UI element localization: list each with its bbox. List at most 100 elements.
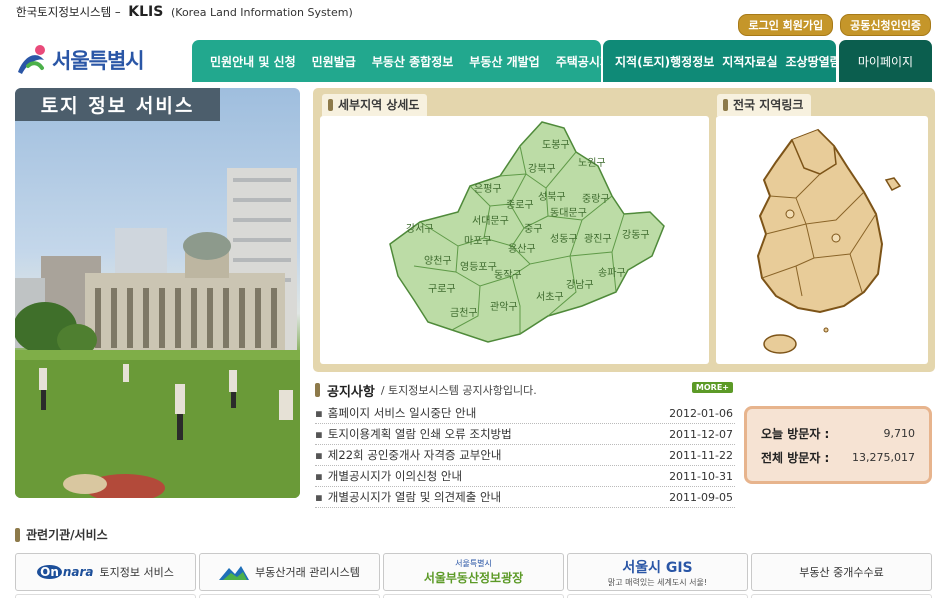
district-gangnam[interactable]: 강남구 (566, 279, 594, 291)
nav-civil-issue[interactable]: 민원발급 (312, 53, 356, 70)
related-slot[interactable] (567, 594, 748, 598)
related-slot[interactable] (15, 594, 196, 598)
nav-real-estate-dev[interactable]: 부동산 개발업 (469, 53, 539, 70)
notice-item-date: 2011-09-05 (669, 490, 733, 504)
visitor-total-row: 전체 방문자 : 13,275,017 (761, 445, 915, 469)
district-songpa[interactable]: 송파구 (598, 267, 626, 279)
notice-title: 공지사항 (327, 384, 375, 400)
nav-ancestor-land[interactable]: 조상땅열람 (786, 53, 841, 70)
notice-subtitle: / 토지정보시스템 공지사항입니다. (380, 384, 537, 397)
hero-photo: 토지 정보 서비스 (15, 88, 300, 498)
related-title: 관련기관/서비스 (26, 528, 108, 542)
seoul-small-logo: 서울특별시 (455, 559, 492, 568)
related-seoul-land[interactable]: 서울특별시 서울부동산정보광장 (383, 553, 564, 591)
notice-item-title[interactable]: 홈페이지 서비스 일시중단 안내 (315, 405, 477, 421)
related-rtms-label: 부동산거래 관리시스템 (255, 566, 360, 579)
district-dongdaemun[interactable]: 동대문구 (550, 207, 587, 219)
visitor-total-count: 13,275,017 (852, 450, 915, 464)
related-slot[interactable] (383, 594, 564, 598)
notice-item-date: 2011-11-22 (669, 448, 733, 462)
district-jungnang[interactable]: 중랑구 (582, 193, 610, 205)
district-mapo[interactable]: 마포구 (464, 235, 492, 247)
related-slot[interactable] (199, 594, 380, 598)
related-onnara[interactable]: On nara 토지정보 서비스 (15, 553, 196, 591)
notice-item-title[interactable]: 개별공시지가 이의신청 안내 (315, 468, 462, 484)
notice-item[interactable]: 홈페이지 서비스 일시중단 안내 2012-01-06 (315, 403, 735, 424)
korea-map-tab[interactable]: 전국 지역링크 (717, 94, 812, 116)
nav-cadastral-admin[interactable]: 지적(토지)행정정보 (615, 53, 714, 70)
visitor-counter: 오늘 방문자 : 9,710 전체 방문자 : 13,275,017 (744, 406, 932, 484)
visitor-total-label: 전체 방문자 : (761, 450, 830, 465)
notice-item-date: 2011-10-31 (669, 469, 733, 483)
notice-list: 홈페이지 서비스 일시중단 안내 2012-01-06 토지이용계획 열람 인쇄 … (315, 403, 735, 508)
notice-item[interactable]: 토지이용계획 열람 인쇄 오류 조치방법 2011-12-07 (315, 424, 735, 445)
nav-civil-guide[interactable]: 민원안내 및 신청 (210, 53, 296, 70)
notice-item-date: 2011-12-07 (669, 427, 733, 441)
hero-title: 토지 정보 서비스 (15, 88, 220, 121)
district-seongdong[interactable]: 성동구 (550, 233, 578, 245)
notice-item-title[interactable]: 토지이용계획 열람 인쇄 오류 조치방법 (315, 426, 512, 442)
onnara-logo-icon: On nara (37, 565, 94, 579)
notice-item[interactable]: 개별공시지가 이의신청 안내 2011-10-31 (315, 466, 735, 487)
visitor-today-count: 9,710 (883, 426, 916, 440)
district-dobong[interactable]: 도봉구 (542, 139, 570, 151)
seoul-district-map: 도봉구 강북구 노원구 은평구 성북구 중랑구 종로구 서대문구 동대문구 강서… (320, 116, 709, 364)
related-brokerage-fee[interactable]: 부동산 중개수수료 (751, 553, 932, 591)
notice-item[interactable]: 개별공시지가 열람 및 의견제출 안내 2011-09-05 (315, 487, 735, 508)
notice-item-title[interactable]: 제22회 공인중개사 자격증 교부안내 (315, 447, 502, 463)
system-name-en: (Korea Land Information System) (171, 6, 353, 19)
district-dongjak[interactable]: 동작구 (494, 269, 522, 281)
seoul-gis-logo: 서울시 GIS (622, 559, 693, 576)
login-signup-button[interactable]: 로그인 회원가입 (738, 14, 834, 36)
seoul-map-tab[interactable]: 세부지역 상세도 (322, 94, 428, 116)
system-title: 한국토지정보시스템 – KLIS (Korea Land Information… (16, 4, 353, 20)
related-seoul-land-label: 서울부동산정보광장 (423, 571, 524, 585)
district-yeongdeungpo[interactable]: 영등포구 (460, 261, 497, 273)
seoul-logo-text: 서울특별시 (52, 49, 145, 73)
related-seoul-gis[interactable]: 서울시 GIS 맑고 매력있는 세계도시 서울! (567, 553, 748, 591)
district-gangdong[interactable]: 강동구 (622, 229, 650, 241)
district-gangbuk[interactable]: 강북구 (528, 163, 556, 175)
nav-cadastral-archive[interactable]: 지적자료실 (722, 53, 777, 70)
top-links: 로그인 회원가입 공동신청인인증 (738, 14, 931, 36)
notice-item-date: 2012-01-06 (669, 406, 733, 420)
onnara-logo-text: nara (62, 565, 94, 579)
visitor-today-label: 오늘 방문자 : (761, 426, 830, 441)
certificate-button[interactable]: 공동신청인인증 (840, 14, 931, 36)
nav-real-estate-info[interactable]: 부동산 종합정보 (372, 53, 453, 70)
korea-map-svg[interactable] (716, 116, 928, 364)
mypage-button[interactable]: 마이페이지 (839, 40, 932, 82)
district-seocho[interactable]: 서초구 (536, 291, 564, 303)
related-rtms[interactable]: 부동산거래 관리시스템 (199, 553, 380, 591)
district-gwanak[interactable]: 관악구 (490, 301, 518, 313)
related-onnara-label: 토지정보 서비스 (99, 566, 174, 579)
related-header: 관련기관/서비스 (15, 526, 108, 543)
related-services-row2 (15, 594, 932, 598)
district-seodaemun[interactable]: 서대문구 (472, 215, 509, 227)
district-yangcheon[interactable]: 양천구 (424, 255, 452, 267)
district-jung[interactable]: 중구 (524, 223, 542, 235)
visitor-today-row: 오늘 방문자 : 9,710 (761, 421, 915, 445)
district-jongno[interactable]: 종로구 (506, 199, 534, 211)
map-panel: 세부지역 상세도 전국 지역링크 도봉구 강북구 노원구 은평구 성북구 중랑구… (313, 88, 935, 372)
district-yongsan[interactable]: 용산구 (508, 243, 536, 255)
related-slot[interactable] (751, 594, 932, 598)
system-name-kr: 한국토지정보시스템 – (16, 5, 121, 19)
district-gwangjin[interactable]: 광진구 (584, 233, 612, 245)
district-nowon[interactable]: 노원구 (578, 157, 606, 169)
notice-item-title[interactable]: 개별공시지가 열람 및 의견제출 안내 (315, 489, 501, 505)
related-bullet-icon (15, 527, 20, 542)
notice-more-button[interactable]: MORE+ (691, 382, 733, 393)
related-seoul-gis-label: 맑고 매력있는 세계도시 서울! (607, 577, 708, 587)
district-geumcheon[interactable]: 금천구 (450, 307, 478, 319)
notice-bullet-icon (315, 383, 320, 397)
district-guro[interactable]: 구로구 (428, 284, 456, 295)
notice-item[interactable]: 제22회 공인중개사 자격증 교부안내 2011-11-22 (315, 445, 735, 466)
related-services: On nara 토지정보 서비스 부동산거래 관리시스템 서울특별시 서울부동산정… (15, 553, 932, 591)
seoul-logo[interactable]: 서울특별시 (14, 42, 145, 78)
district-eunpyeong[interactable]: 은평구 (474, 183, 502, 195)
district-gangseo[interactable]: 강서구 (406, 223, 434, 235)
notice-header: 공지사항 / 토지정보시스템 공지사항입니다. MORE+ (315, 380, 735, 400)
district-seongbuk[interactable]: 성북구 (538, 191, 566, 203)
city-hall-illustration (15, 168, 300, 498)
